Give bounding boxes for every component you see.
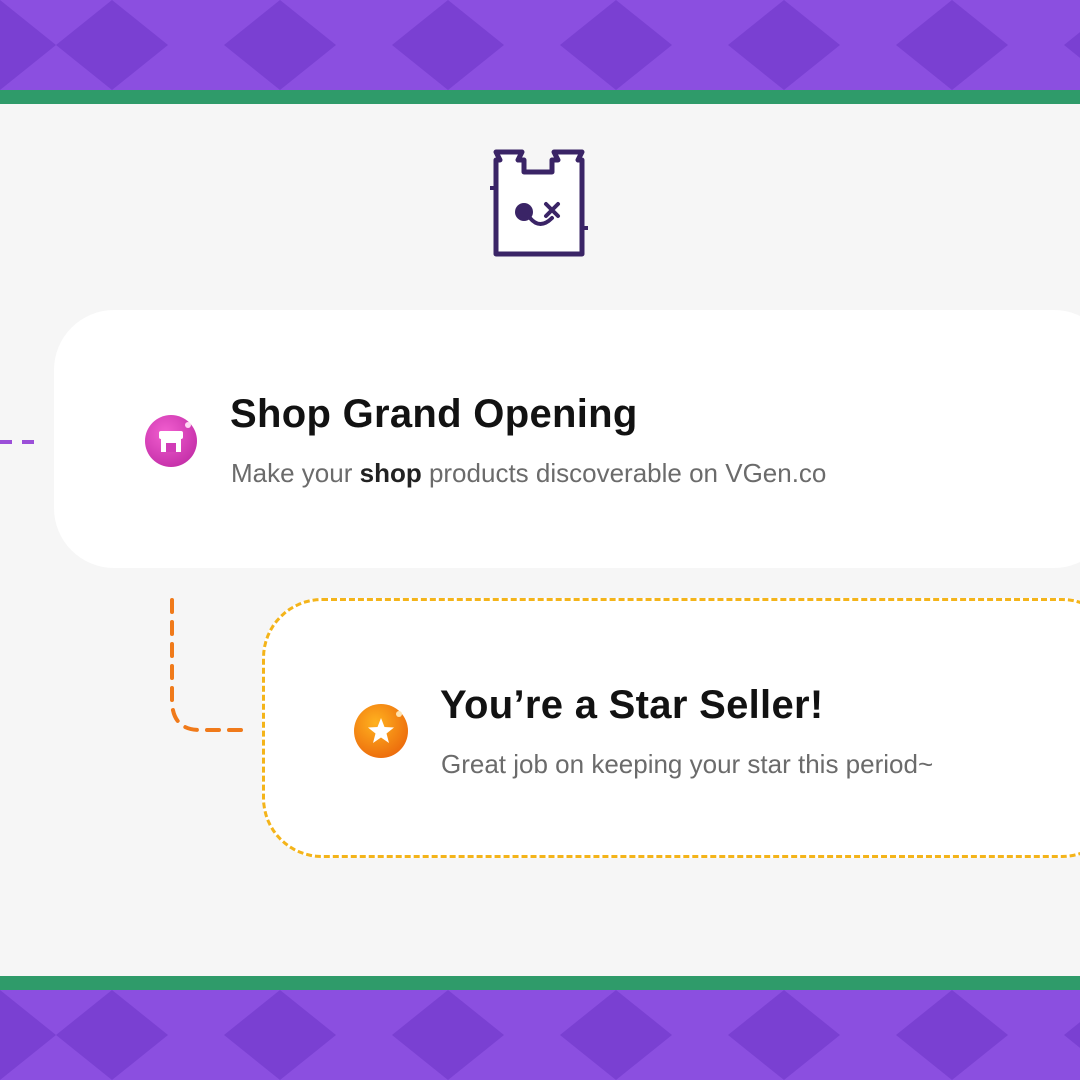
subtitle-prefix: Make your: [231, 458, 360, 488]
bottom-green-stripe: [0, 976, 1080, 990]
subtitle-bold: shop: [359, 458, 422, 488]
shop-grand-opening-subtitle: Make your shop products discoverable on …: [231, 458, 826, 489]
shop-grand-opening-card: [54, 310, 1080, 568]
bottom-diamond-pattern: [0, 990, 1080, 1080]
subtitle-suffix: products discoverable on VGen.co: [421, 458, 827, 488]
shop-storefront-icon: [144, 414, 198, 468]
bottom-decorative-band: [0, 990, 1080, 1080]
shop-grand-opening-title: Shop Grand Opening: [230, 392, 638, 436]
star-badge-icon: [353, 703, 409, 759]
star-seller-subtitle: Great job on keeping your star this peri…: [441, 749, 934, 779]
star-seller-title: You’re a Star Seller!: [440, 683, 824, 727]
